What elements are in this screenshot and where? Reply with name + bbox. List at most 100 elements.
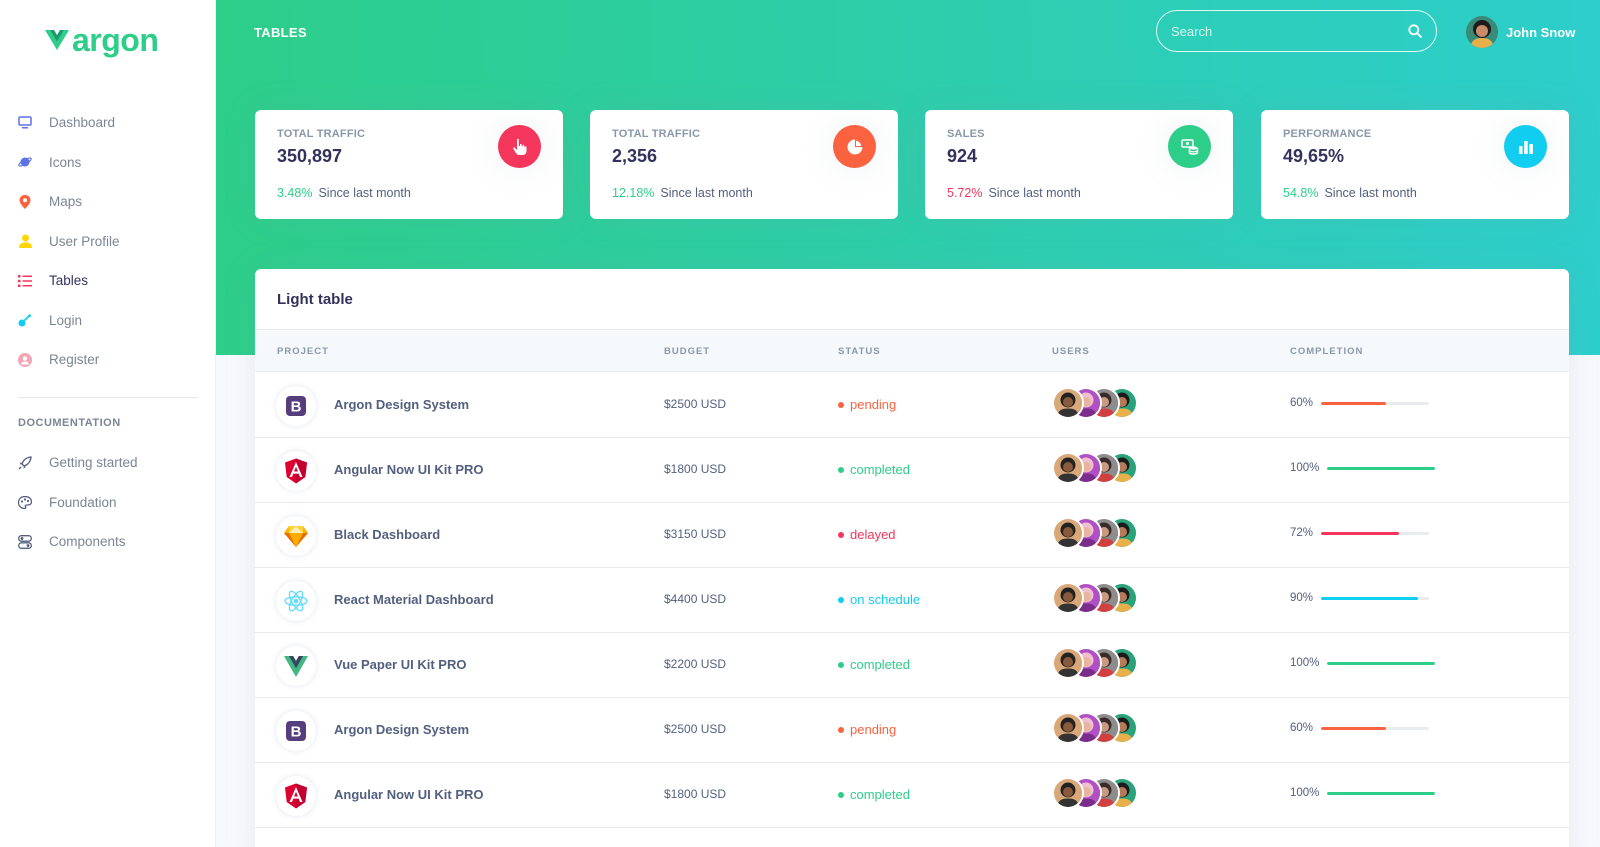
status-dot xyxy=(838,596,844,603)
bootstrap-logo-icon[interactable]: B xyxy=(276,711,316,751)
vue-logo-icon[interactable] xyxy=(276,646,316,686)
project-name[interactable]: Angular Now UI Kit PRO xyxy=(334,787,484,802)
sidebar-item-dashboard[interactable]: Dashboard xyxy=(0,103,216,143)
stat-value: 924 xyxy=(947,146,978,166)
sidebar-item-user-profile[interactable]: User Profile xyxy=(0,222,216,262)
progress-bar-fill xyxy=(1321,596,1419,600)
vue-logo-icon xyxy=(45,30,69,50)
avatar[interactable] xyxy=(1052,582,1084,614)
sidebar-item-maps[interactable]: Maps xyxy=(0,182,216,222)
page-title[interactable]: TABLES xyxy=(254,25,307,40)
table-row[interactable]: React Material Dashboard $4400 USD on sc… xyxy=(255,567,1569,633)
avatar[interactable] xyxy=(1052,517,1084,549)
sidebar-item-icons[interactable]: Icons xyxy=(0,143,216,183)
avatar[interactable] xyxy=(1052,712,1084,744)
column-header-budget[interactable]: BUDGET xyxy=(664,346,710,357)
completion-label: 60% xyxy=(1290,397,1314,409)
project-name[interactable]: Angular Now UI Kit PRO xyxy=(334,462,484,477)
project-budget: $2200 USD xyxy=(664,657,727,671)
sidebar-nav: Dashboard Icons Maps User Profile Tables xyxy=(0,103,216,380)
stat-value: 49,65% xyxy=(1283,146,1345,166)
column-header-status[interactable]: STATUS xyxy=(838,346,881,357)
stat-title: TOTAL TRAFFIC xyxy=(612,128,701,140)
angular-logo-icon[interactable] xyxy=(276,776,316,816)
table-row[interactable]: Vue Paper UI Kit PRO $2200 USD completed… xyxy=(255,632,1569,698)
progress-bar xyxy=(1327,661,1436,665)
angular-logo-icon[interactable] xyxy=(276,451,316,491)
status-dot xyxy=(838,531,844,538)
progress-bar xyxy=(1327,791,1436,795)
status-text: completed xyxy=(850,657,910,672)
completion-label: 72% xyxy=(1290,527,1314,539)
project-budget: $1800 USD xyxy=(664,787,727,801)
sidebar-item-register[interactable]: Register xyxy=(0,340,216,380)
search-icon[interactable] xyxy=(1408,24,1422,38)
sidebar: argon Dashboard Icons Maps User Profile xyxy=(0,0,216,847)
brand-name: argon xyxy=(72,22,159,58)
sidebar-item-tables[interactable]: Tables xyxy=(0,261,216,301)
project-budget: $4400 USD xyxy=(664,592,727,606)
completion: 60% xyxy=(1290,397,1430,409)
column-header-completion[interactable]: COMPLETION xyxy=(1290,346,1363,357)
list-icon xyxy=(18,274,32,288)
sidebar-item-getting-started[interactable]: Getting started xyxy=(0,443,216,483)
search-input[interactable] xyxy=(1171,23,1408,39)
table-row[interactable]: Angular Now UI Kit PRO $1800 USD complet… xyxy=(255,762,1569,828)
avatar xyxy=(1466,16,1498,48)
react-logo-icon[interactable] xyxy=(276,581,316,621)
avatar[interactable] xyxy=(1052,647,1084,679)
project-name[interactable]: Argon Design System xyxy=(334,397,469,412)
project-name[interactable]: React Material Dashboard xyxy=(334,592,494,607)
project-name[interactable]: Vue Paper UI Kit PRO xyxy=(334,657,466,672)
sketch-logo-icon[interactable] xyxy=(276,516,316,556)
avatar[interactable] xyxy=(1052,777,1084,809)
column-header-project[interactable]: PROJECT xyxy=(277,346,329,357)
planet-icon xyxy=(18,155,32,169)
table-row[interactable]: Black Dashboard $3150 USD delayed 72% xyxy=(255,502,1569,568)
avatar[interactable] xyxy=(1052,452,1084,484)
search-bar xyxy=(1156,10,1437,52)
progress-bar-fill xyxy=(1321,726,1386,730)
progress-bar-fill xyxy=(1327,661,1436,665)
avatar[interactable] xyxy=(1052,387,1084,419)
stat-since: Since last month xyxy=(660,186,753,200)
user-avatars xyxy=(1052,777,1138,809)
sidebar-item-components[interactable]: Components xyxy=(0,522,216,562)
completion-label: 60% xyxy=(1290,722,1314,734)
completion: 72% xyxy=(1290,527,1430,539)
stat-card-total-traffic: TOTAL TRAFFIC 350,897 3.48% Since last mo… xyxy=(255,110,563,219)
status-text: pending xyxy=(850,722,897,737)
project-budget: $2500 USD xyxy=(664,722,727,736)
table-row[interactable]: Angular Now UI Kit PRO $1800 USD complet… xyxy=(255,437,1569,503)
sidebar-divider xyxy=(18,397,198,398)
column-header-users[interactable]: USERS xyxy=(1052,346,1090,357)
sidebar-item-foundation[interactable]: Foundation xyxy=(0,483,216,523)
sidebar-item-label: Getting started xyxy=(49,455,138,471)
progress-bar-fill xyxy=(1327,466,1436,470)
brand-logo[interactable]: argon xyxy=(44,22,159,58)
status-badge: completed xyxy=(838,657,910,672)
stat-value: 2,356 xyxy=(612,146,658,166)
table-row[interactable]: B Argon Design System $2500 USD pending … xyxy=(255,372,1569,438)
completion-label: 90% xyxy=(1290,592,1314,604)
sidebar-item-label: Dashboard xyxy=(49,115,116,131)
user-menu[interactable]: John Snow xyxy=(1466,16,1575,48)
stat-change: 12.18% xyxy=(612,186,655,200)
hand-pointer-icon xyxy=(498,125,541,168)
ui-04-icon xyxy=(18,534,32,549)
status-badge: completed xyxy=(838,462,910,477)
key-icon xyxy=(18,313,32,327)
sidebar-item-label: User Profile xyxy=(49,233,120,249)
stat-card-performance: PERFORMANCE 49,65% 54.8% Since last month xyxy=(1261,110,1569,219)
project-name[interactable]: Argon Design System xyxy=(334,722,469,737)
sidebar-item-label: Tables xyxy=(49,273,89,289)
user-avatars xyxy=(1052,712,1138,744)
stat-card-sales: SALES 924 5.72% Since last month xyxy=(925,110,1233,219)
progress-bar-fill xyxy=(1321,531,1399,535)
completion: 90% xyxy=(1290,592,1430,604)
table-row[interactable]: B Argon Design System $2500 USD pending … xyxy=(255,697,1569,763)
user-avatars xyxy=(1052,452,1138,484)
project-name[interactable]: Black Dashboard xyxy=(334,527,440,542)
bootstrap-logo-icon[interactable]: B xyxy=(276,386,316,426)
sidebar-item-login[interactable]: Login xyxy=(0,301,216,341)
